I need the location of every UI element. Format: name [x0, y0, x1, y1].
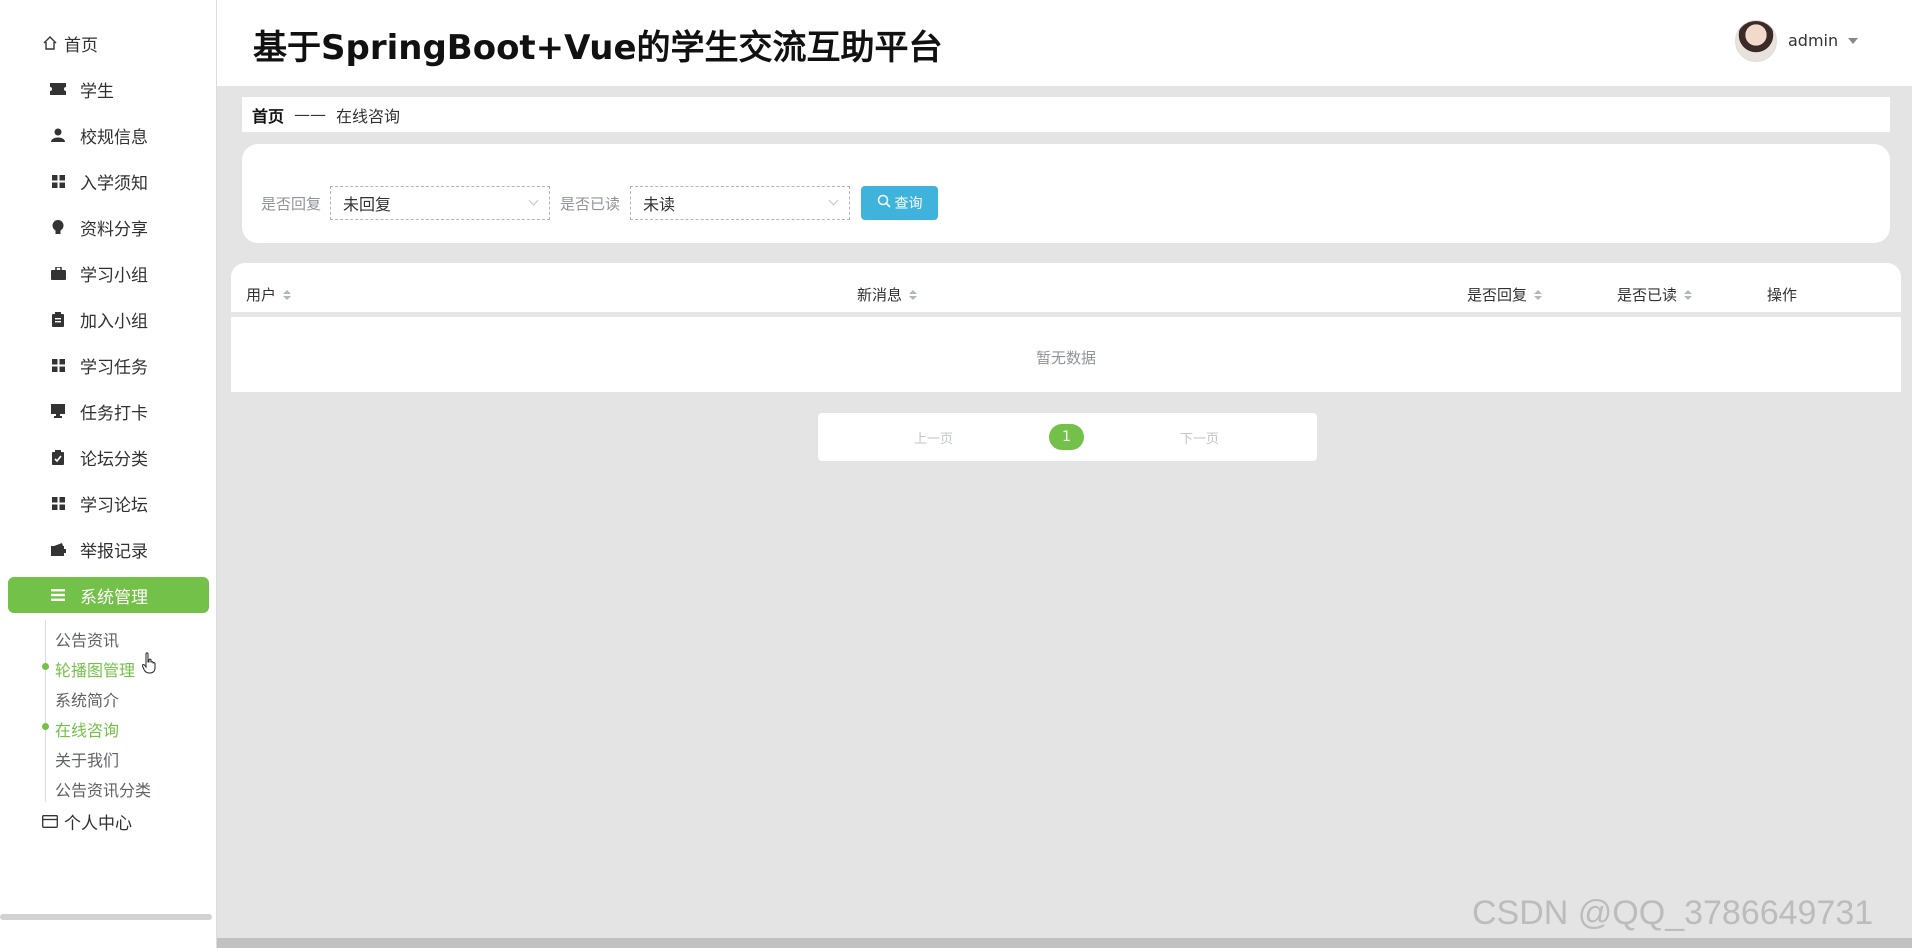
user-icon — [48, 125, 68, 145]
sidebar-item-resource-sharing[interactable]: 资料分享 — [8, 209, 209, 245]
card-icon — [40, 811, 60, 831]
column-label: 是否回复 — [1467, 286, 1528, 304]
chevron-down-icon — [528, 195, 539, 206]
submenu-item-about-us[interactable]: 关于我们 — [55, 747, 119, 771]
column-actions: 操作 — [1767, 284, 1797, 305]
next-page-button[interactable]: 下一页 — [1180, 428, 1219, 447]
sidebar-item-label: 系统管理 — [80, 587, 148, 608]
sidebar-item-label: 资料分享 — [80, 219, 148, 240]
submenu-item-system-intro[interactable]: 系统简介 — [55, 687, 119, 711]
chevron-down-icon — [828, 195, 839, 206]
sidebar-item-label: 举报记录 — [80, 541, 148, 562]
sidebar-item-label: 入学须知 — [80, 173, 148, 194]
sort-icon[interactable] — [1534, 289, 1543, 300]
submenu-active-dot — [42, 663, 49, 670]
clipboard-icon — [48, 309, 68, 329]
sort-icon[interactable] — [909, 289, 918, 300]
home-icon — [40, 33, 60, 53]
column-label: 操作 — [1767, 286, 1798, 304]
sidebar-item-task-checkin[interactable]: 任务打卡 — [8, 393, 209, 429]
sidebar-item-study-forum[interactable]: 学习论坛 — [8, 485, 209, 521]
submenu-line — [45, 620, 46, 802]
replied-select-value: 未回复 — [343, 195, 392, 214]
bulb-icon — [48, 217, 68, 237]
breadcrumb-separator: —— — [294, 105, 327, 124]
sort-icon[interactable] — [1684, 289, 1693, 300]
monitor-icon — [48, 401, 68, 421]
column-replied[interactable]: 是否回复 — [1467, 284, 1543, 305]
replied-select[interactable]: 未回复 — [330, 186, 550, 220]
data-table: 用户 新消息 是否回复 是否已读 操作 暂无数据 — [231, 263, 1901, 392]
ticket-icon — [48, 79, 68, 99]
menu-icon — [48, 585, 68, 605]
submenu-item-announcements[interactable]: 公告资讯 — [55, 627, 119, 651]
sort-icon[interactable] — [283, 289, 292, 300]
prev-page-button[interactable]: 上一页 — [914, 428, 953, 447]
grid-icon — [48, 171, 68, 191]
sidebar: 首页 学生 校规信息 入学须知 资料分享 学习小组 加入小组 学习任务 任务打卡… — [0, 0, 217, 948]
read-filter-label: 是否已读 — [560, 195, 621, 213]
hand-cursor-icon — [142, 652, 156, 674]
replied-filter-label: 是否回复 — [261, 195, 322, 213]
sidebar-item-personal-center[interactable]: 个人中心 — [8, 803, 209, 839]
submenu-item-online-consult[interactable]: 在线咨询 — [55, 717, 119, 741]
sidebar-item-study-groups[interactable]: 学习小组 — [8, 255, 209, 291]
empty-state: 暂无数据 — [1035, 349, 1096, 367]
horizontal-scrollbar[interactable] — [217, 938, 1912, 948]
avatar[interactable] — [1735, 20, 1777, 62]
read-select-value: 未读 — [643, 195, 676, 214]
page-title: 基于SpringBoot+Vue的学生交流互助平台 — [253, 28, 943, 68]
sidebar-item-students[interactable]: 学生 — [8, 71, 209, 107]
sidebar-item-label: 首页 — [64, 35, 98, 56]
sidebar-item-home[interactable]: 首页 — [8, 25, 209, 61]
username[interactable]: admin — [1788, 31, 1838, 50]
sidebar-item-forum-categories[interactable]: 论坛分类 — [8, 439, 209, 475]
grid-icon — [48, 355, 68, 375]
wallet-icon — [48, 539, 68, 559]
sidebar-item-label: 学习小组 — [80, 265, 148, 286]
caret-down-icon[interactable] — [1848, 38, 1858, 44]
watermark: CSDN @QQ_3786649731 — [1472, 894, 1874, 932]
sidebar-item-join-group[interactable]: 加入小组 — [8, 301, 209, 337]
sidebar-item-label: 学习任务 — [80, 357, 148, 378]
page-number-button[interactable]: 1 — [1049, 424, 1084, 450]
column-new-message[interactable]: 新消息 — [857, 284, 918, 305]
column-label: 新消息 — [857, 286, 903, 304]
column-label: 用户 — [246, 286, 277, 304]
submenu-active-dot — [42, 723, 49, 730]
sidebar-item-study-tasks[interactable]: 学习任务 — [8, 347, 209, 383]
checklist-icon — [48, 447, 68, 467]
sidebar-item-label: 校规信息 — [80, 127, 148, 148]
sidebar-item-report-records[interactable]: 举报记录 — [8, 531, 209, 567]
pagination: 上一页 1 下一页 — [818, 413, 1317, 461]
sidebar-item-label: 个人中心 — [64, 813, 132, 834]
filter-panel: 是否回复 未回复 是否已读 未读 查询 — [242, 144, 1890, 243]
column-read[interactable]: 是否已读 — [1617, 284, 1693, 305]
grid-icon — [48, 493, 68, 513]
submenu-item-carousel[interactable]: 轮播图管理 — [55, 657, 135, 681]
breadcrumb-home[interactable]: 首页 — [252, 103, 284, 127]
search-icon — [877, 194, 891, 212]
sidebar-item-system-management[interactable]: 系统管理 — [8, 577, 209, 613]
sidebar-item-label: 加入小组 — [80, 311, 148, 332]
briefcase-icon — [48, 263, 68, 283]
sidebar-item-label: 学生 — [80, 81, 114, 102]
search-button[interactable]: 查询 — [861, 186, 938, 220]
submenu-item-announcement-categories[interactable]: 公告资讯分类 — [55, 777, 151, 801]
sidebar-item-label: 论坛分类 — [80, 449, 148, 470]
read-select[interactable]: 未读 — [630, 186, 850, 220]
breadcrumb: 首页 —— 在线咨询 — [242, 97, 1890, 132]
column-user[interactable]: 用户 — [246, 284, 292, 305]
header: 基于SpringBoot+Vue的学生交流互助平台 admin — [217, 0, 1912, 86]
table-header: 用户 新消息 是否回复 是否已读 操作 — [231, 263, 1901, 317]
sidebar-scrollbar[interactable] — [0, 914, 212, 920]
search-button-label: 查询 — [894, 196, 923, 212]
sidebar-item-school-rules[interactable]: 校规信息 — [8, 117, 209, 153]
sidebar-item-label: 任务打卡 — [80, 403, 148, 424]
sidebar-item-label: 学习论坛 — [80, 495, 148, 516]
breadcrumb-current: 在线咨询 — [336, 106, 401, 126]
column-label: 是否已读 — [1617, 286, 1678, 304]
sidebar-item-admission-notice[interactable]: 入学须知 — [8, 163, 209, 199]
